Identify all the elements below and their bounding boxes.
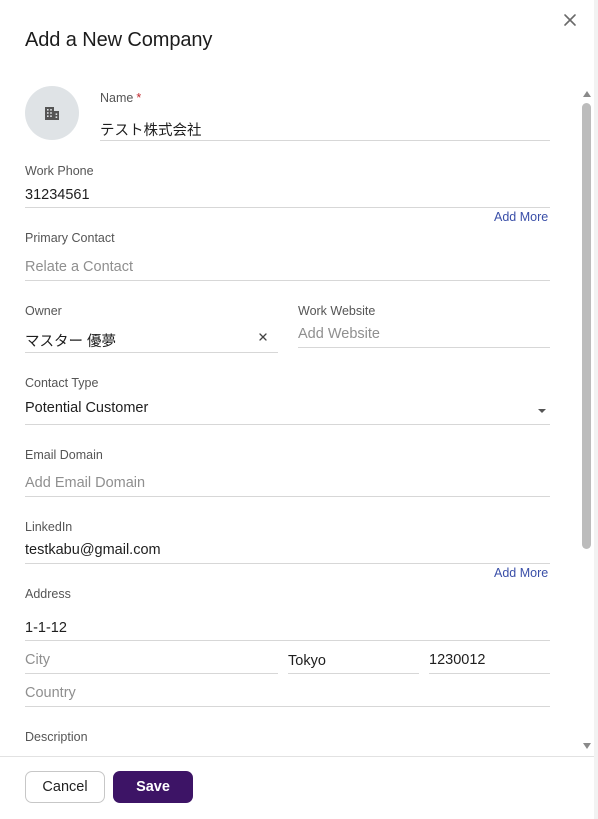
required-mark: * [136, 91, 142, 105]
work-phone-label: Work Phone [25, 164, 94, 178]
name-underline [100, 140, 550, 141]
owner-underline [25, 352, 278, 353]
city-underline [25, 673, 278, 674]
scroll-up-arrow-icon[interactable] [583, 91, 591, 97]
scrollbar-thumb[interactable] [582, 103, 591, 549]
linkedin-underline [25, 563, 550, 564]
linkedin-field[interactable]: testkabu@gmail.com [25, 542, 161, 558]
work-phone-field[interactable]: 31234561 [25, 187, 90, 203]
linkedin-add-more-link[interactable]: Add More [494, 566, 548, 580]
city-input[interactable]: City [25, 652, 50, 668]
building-icon [45, 107, 59, 120]
street-field[interactable]: 1-1-12 [25, 620, 67, 636]
contact-type-select[interactable]: Potential Customer [25, 400, 148, 416]
linkedin-label: LinkedIn [25, 520, 73, 534]
work-phone-add-more-link[interactable]: Add More [494, 210, 548, 224]
work-phone-underline [25, 207, 550, 208]
primary-contact-underline [25, 280, 550, 281]
work-website-label: Work Website [298, 304, 376, 318]
dialog-title: Add a New Company [25, 29, 213, 51]
work-website-input[interactable]: Add Website [298, 326, 380, 342]
dialog-edge [594, 0, 598, 819]
state-underline [288, 673, 419, 674]
email-domain-input[interactable]: Add Email Domain [25, 475, 145, 491]
work-website-underline [298, 347, 550, 348]
cancel-button[interactable]: Cancel [25, 771, 105, 803]
owner-label: Owner [25, 304, 62, 318]
clear-icon[interactable] [257, 330, 269, 342]
name-label: Name * [100, 91, 142, 105]
owner-field[interactable]: マスター 優夢 [25, 330, 116, 351]
street-underline [25, 640, 550, 641]
name-field[interactable]: テスト株式会社 [100, 119, 202, 140]
address-label: Address [25, 587, 71, 601]
description-label: Description [25, 730, 88, 744]
close-icon[interactable] [560, 10, 580, 30]
save-button[interactable]: Save [113, 771, 193, 803]
contact-type-underline [25, 424, 550, 425]
country-underline [25, 706, 550, 707]
state-field[interactable]: Tokyo [288, 653, 326, 669]
primary-contact-input[interactable]: Relate a Contact [25, 259, 133, 275]
zip-underline [429, 673, 550, 674]
primary-contact-label: Primary Contact [25, 231, 115, 245]
contact-type-label: Contact Type [25, 376, 99, 390]
company-avatar[interactable] [25, 86, 79, 140]
add-company-dialog: Add a New Company Name * テスト株式会社 Work Pho… [0, 0, 598, 819]
caret-down-icon[interactable] [538, 409, 546, 413]
email-domain-label: Email Domain [25, 448, 103, 462]
zip-field[interactable]: 1230012 [429, 652, 485, 668]
scroll-down-arrow-icon[interactable] [583, 743, 591, 749]
email-domain-underline [25, 496, 550, 497]
country-input[interactable]: Country [25, 685, 76, 701]
